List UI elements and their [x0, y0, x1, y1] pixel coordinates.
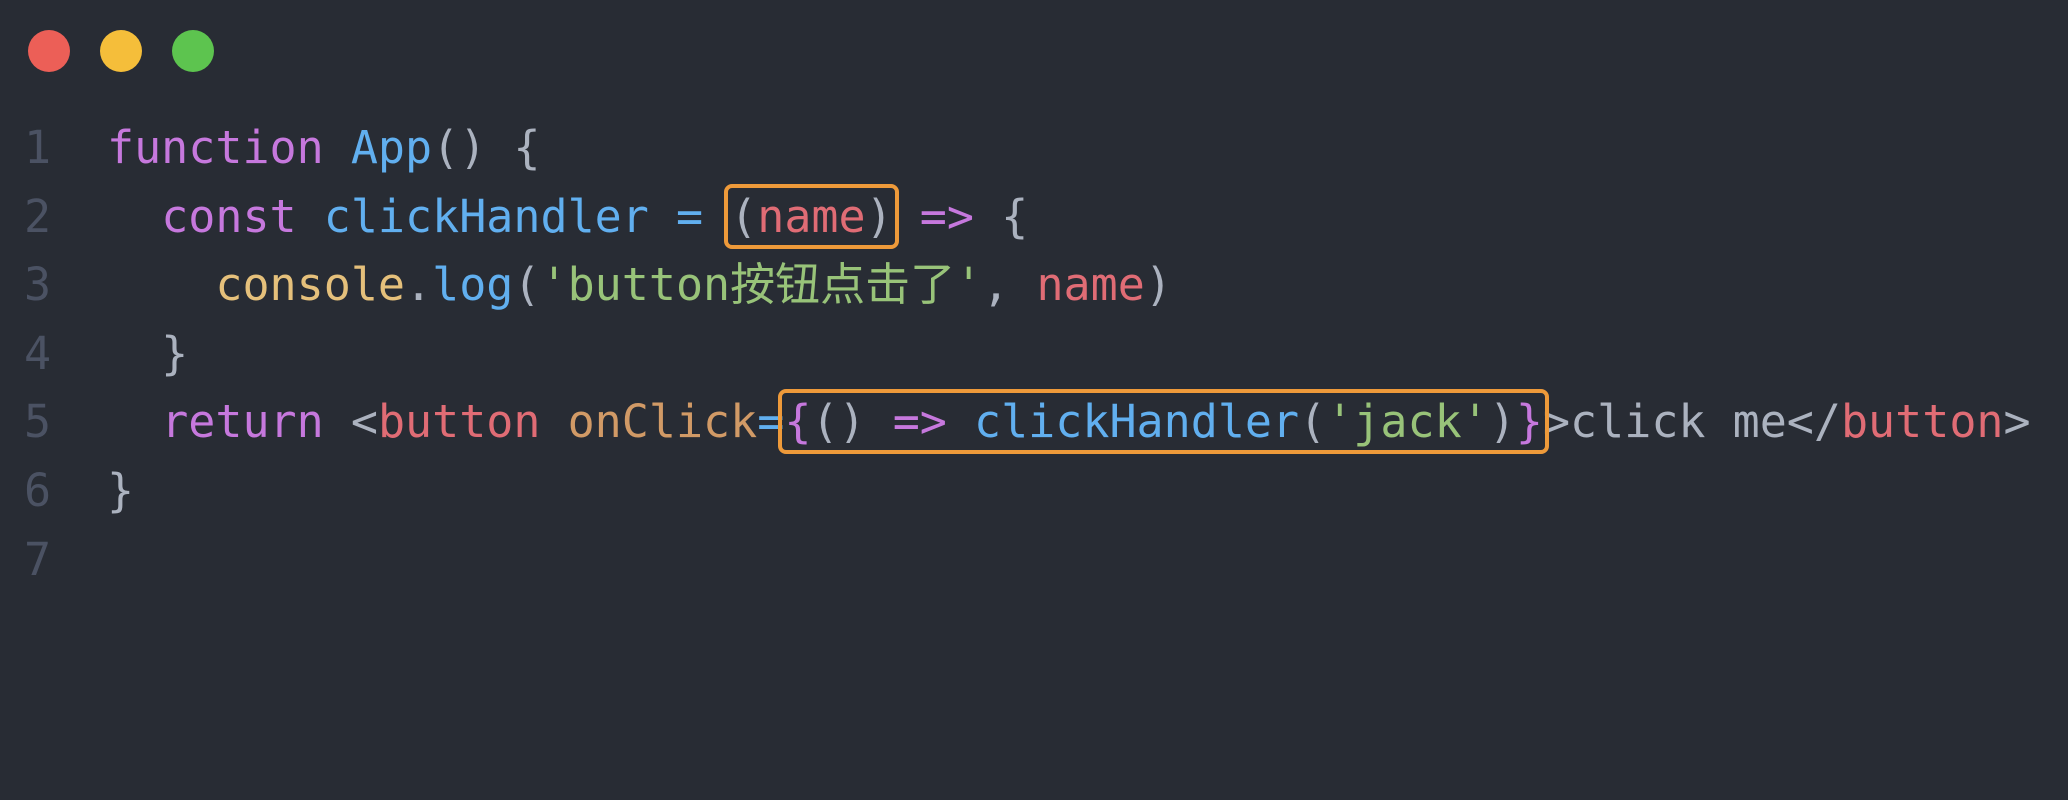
attr-equals: = [757, 395, 785, 449]
log-method: log [432, 258, 514, 312]
line-number: 5 [24, 395, 52, 449]
line-code: function App() { [107, 114, 541, 183]
code-line: 6 } [0, 457, 163, 526]
line-code: return <button onClick={() => clickHandl… [107, 388, 2031, 457]
paren-close: ) [1144, 258, 1172, 312]
string-jack: 'jack' [1326, 395, 1489, 449]
line-number: 6 [24, 463, 52, 517]
code-line: 4 } [0, 320, 188, 389]
tag-open-bracket: < [350, 395, 378, 449]
function-name: App [350, 121, 433, 174]
paren-close: ) [1488, 395, 1516, 449]
window-controls [28, 30, 214, 72]
line-code: } [107, 320, 188, 389]
code-line: 1 function App() { [0, 114, 541, 183]
arrow-operator: => [892, 395, 947, 449]
jsx-brace-open: { [784, 395, 812, 449]
code-line: 2 const clickHandler = (name) => { [0, 183, 1028, 252]
paren-open: ( [730, 189, 758, 243]
code-editor: 1 function App() { 2 const clickHandler … [0, 114, 2031, 595]
code-line: 5 return <button onClick={() => clickHan… [0, 388, 2031, 457]
console-object: console [215, 258, 406, 312]
highlight-box-params: (name) [724, 183, 899, 249]
line-number: 4 [24, 326, 52, 380]
jsx-brace-close: } [1515, 395, 1543, 449]
paren-close: ) [865, 189, 893, 243]
tag-name: button [377, 395, 541, 449]
brace-close: } [107, 463, 135, 517]
line-number: 3 [24, 258, 52, 312]
brace-close: } [107, 326, 189, 380]
code-line: 3 console.log('button按钮点击了', name) [0, 251, 1172, 320]
line-code: console.log('button按钮点击了', name) [107, 251, 1172, 320]
code-line: 7 [0, 526, 163, 595]
assign-operator: = [675, 189, 704, 243]
brace-open: { [973, 189, 1029, 243]
minimize-button[interactable] [100, 30, 142, 72]
paren-open: ( [513, 258, 541, 312]
empty-params: () [811, 395, 866, 449]
line-code: } [107, 457, 134, 526]
keyword-const: const [161, 189, 297, 243]
highlight-box-onclick: {() => clickHandler('jack')} [778, 389, 1549, 455]
attribute-onclick: onClick [567, 395, 758, 449]
tag-text: >click me</ [1542, 395, 1841, 449]
name-variable: name [1036, 258, 1145, 312]
param-name: name [757, 189, 866, 243]
line-code: const clickHandler = (name) => { [107, 183, 1028, 252]
paren-open: ( [1299, 395, 1327, 449]
keyword-return: return [161, 395, 324, 449]
line-number: 2 [24, 189, 52, 243]
tag-close-bracket: > [2003, 395, 2031, 449]
code-window: 1 function App() { 2 const clickHandler … [0, 0, 2068, 602]
line-number: 7 [24, 532, 52, 586]
closing-tag-name: button [1840, 395, 2004, 449]
keyword-function: function [107, 121, 324, 174]
handler-name: clickHandler [323, 189, 649, 243]
handler-call: clickHandler [974, 395, 1300, 449]
dot: . [405, 258, 433, 312]
close-button[interactable] [28, 30, 70, 72]
maximize-button[interactable] [172, 30, 214, 72]
line-number: 1 [24, 121, 52, 174]
params-brace: () { [432, 121, 541, 174]
arrow-operator: => [919, 189, 974, 243]
string-literal: 'button按钮点击了' [540, 258, 983, 312]
comma: , [982, 258, 1037, 312]
